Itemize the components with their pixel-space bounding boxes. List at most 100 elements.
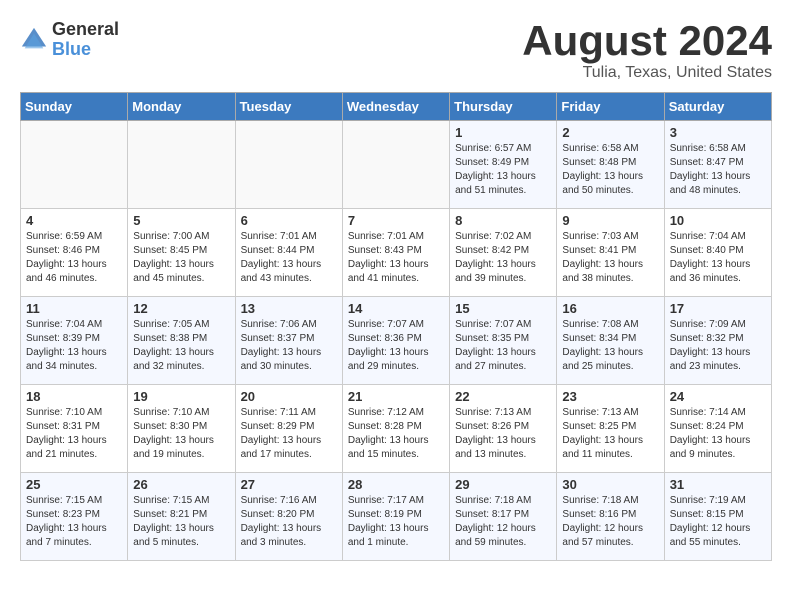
calendar-cell: 18 Sunrise: 7:10 AM Sunset: 8:31 PM Dayli…	[21, 385, 128, 473]
day-number: 30	[562, 477, 658, 492]
day-info: Sunrise: 7:14 AM Sunset: 8:24 PM Dayligh…	[670, 406, 766, 462]
calendar-cell	[235, 121, 342, 209]
day-number: 14	[348, 301, 444, 316]
calendar-cell: 31 Sunrise: 7:19 AM Sunset: 8:15 PM Dayli…	[664, 473, 771, 561]
day-info: Sunrise: 7:00 AM Sunset: 8:45 PM Dayligh…	[133, 230, 229, 286]
header-sunday: Sunday	[21, 93, 128, 121]
calendar-week-3: 11 Sunrise: 7:04 AM Sunset: 8:39 PM Dayli…	[21, 297, 772, 385]
day-info: Sunrise: 6:59 AM Sunset: 8:46 PM Dayligh…	[26, 230, 122, 286]
calendar-cell	[342, 121, 449, 209]
day-info: Sunrise: 7:04 AM Sunset: 8:40 PM Dayligh…	[670, 230, 766, 286]
header-saturday: Saturday	[664, 93, 771, 121]
calendar-cell: 10 Sunrise: 7:04 AM Sunset: 8:40 PM Dayli…	[664, 209, 771, 297]
day-info: Sunrise: 7:13 AM Sunset: 8:25 PM Dayligh…	[562, 406, 658, 462]
day-number: 2	[562, 125, 658, 140]
day-number: 27	[241, 477, 337, 492]
day-info: Sunrise: 7:04 AM Sunset: 8:39 PM Dayligh…	[26, 318, 122, 374]
logo-blue-text: Blue	[52, 40, 119, 60]
day-info: Sunrise: 7:10 AM Sunset: 8:31 PM Dayligh…	[26, 406, 122, 462]
location-text: Tulia, Texas, United States	[522, 64, 772, 82]
day-number: 28	[348, 477, 444, 492]
day-info: Sunrise: 7:16 AM Sunset: 8:20 PM Dayligh…	[241, 494, 337, 550]
day-info: Sunrise: 7:02 AM Sunset: 8:42 PM Dayligh…	[455, 230, 551, 286]
day-number: 8	[455, 213, 551, 228]
day-info: Sunrise: 7:19 AM Sunset: 8:15 PM Dayligh…	[670, 494, 766, 550]
calendar-cell: 26 Sunrise: 7:15 AM Sunset: 8:21 PM Dayli…	[128, 473, 235, 561]
header-row: Sunday Monday Tuesday Wednesday Thursday…	[21, 93, 772, 121]
day-info: Sunrise: 7:12 AM Sunset: 8:28 PM Dayligh…	[348, 406, 444, 462]
calendar-week-2: 4 Sunrise: 6:59 AM Sunset: 8:46 PM Daylig…	[21, 209, 772, 297]
day-number: 23	[562, 389, 658, 404]
day-info: Sunrise: 6:58 AM Sunset: 8:47 PM Dayligh…	[670, 142, 766, 198]
day-number: 31	[670, 477, 766, 492]
day-info: Sunrise: 7:17 AM Sunset: 8:19 PM Dayligh…	[348, 494, 444, 550]
day-info: Sunrise: 7:07 AM Sunset: 8:36 PM Dayligh…	[348, 318, 444, 374]
calendar-cell	[21, 121, 128, 209]
day-number: 16	[562, 301, 658, 316]
day-info: Sunrise: 7:13 AM Sunset: 8:26 PM Dayligh…	[455, 406, 551, 462]
day-number: 20	[241, 389, 337, 404]
day-number: 12	[133, 301, 229, 316]
calendar-body: 1 Sunrise: 6:57 AM Sunset: 8:49 PM Daylig…	[21, 121, 772, 561]
logo-icon	[20, 26, 48, 54]
day-info: Sunrise: 7:09 AM Sunset: 8:32 PM Dayligh…	[670, 318, 766, 374]
day-number: 18	[26, 389, 122, 404]
day-number: 10	[670, 213, 766, 228]
calendar-cell: 2Sunrise: 6:58 AM Sunset: 8:48 PM Daylig…	[557, 121, 664, 209]
calendar-cell: 20 Sunrise: 7:11 AM Sunset: 8:29 PM Dayli…	[235, 385, 342, 473]
calendar-cell: 23 Sunrise: 7:13 AM Sunset: 8:25 PM Dayli…	[557, 385, 664, 473]
day-info: Sunrise: 7:08 AM Sunset: 8:34 PM Dayligh…	[562, 318, 658, 374]
day-info: Sunrise: 7:18 AM Sunset: 8:17 PM Dayligh…	[455, 494, 551, 550]
day-number: 7	[348, 213, 444, 228]
day-number: 1	[455, 125, 551, 140]
day-number: 9	[562, 213, 658, 228]
logo-text: General Blue	[52, 20, 119, 60]
calendar-week-4: 18 Sunrise: 7:10 AM Sunset: 8:31 PM Dayli…	[21, 385, 772, 473]
day-number: 15	[455, 301, 551, 316]
calendar-cell: 24Sunrise: 7:14 AM Sunset: 8:24 PM Dayli…	[664, 385, 771, 473]
calendar-cell: 7 Sunrise: 7:01 AM Sunset: 8:43 PM Daylig…	[342, 209, 449, 297]
day-number: 4	[26, 213, 122, 228]
calendar-cell: 8 Sunrise: 7:02 AM Sunset: 8:42 PM Daylig…	[450, 209, 557, 297]
calendar-cell: 27 Sunrise: 7:16 AM Sunset: 8:20 PM Dayli…	[235, 473, 342, 561]
calendar-cell: 25Sunrise: 7:15 AM Sunset: 8:23 PM Dayli…	[21, 473, 128, 561]
day-number: 25	[26, 477, 122, 492]
day-number: 17	[670, 301, 766, 316]
calendar-table: Sunday Monday Tuesday Wednesday Thursday…	[20, 92, 772, 561]
day-info: Sunrise: 7:07 AM Sunset: 8:35 PM Dayligh…	[455, 318, 551, 374]
header-tuesday: Tuesday	[235, 93, 342, 121]
calendar-cell: 30Sunrise: 7:18 AM Sunset: 8:16 PM Dayli…	[557, 473, 664, 561]
calendar-cell: 21Sunrise: 7:12 AM Sunset: 8:28 PM Dayli…	[342, 385, 449, 473]
calendar-cell: 28 Sunrise: 7:17 AM Sunset: 8:19 PM Dayli…	[342, 473, 449, 561]
calendar-cell: 6Sunrise: 7:01 AM Sunset: 8:44 PM Daylig…	[235, 209, 342, 297]
calendar-week-1: 1 Sunrise: 6:57 AM Sunset: 8:49 PM Daylig…	[21, 121, 772, 209]
month-year-title: August 2024	[522, 20, 772, 62]
header-thursday: Thursday	[450, 93, 557, 121]
day-number: 5	[133, 213, 229, 228]
calendar-cell: 14 Sunrise: 7:07 AM Sunset: 8:36 PM Dayli…	[342, 297, 449, 385]
calendar-cell: 17 Sunrise: 7:09 AM Sunset: 8:32 PM Dayli…	[664, 297, 771, 385]
day-number: 22	[455, 389, 551, 404]
day-info: Sunrise: 7:11 AM Sunset: 8:29 PM Dayligh…	[241, 406, 337, 462]
calendar-cell: 12Sunrise: 7:05 AM Sunset: 8:38 PM Dayli…	[128, 297, 235, 385]
day-number: 11	[26, 301, 122, 316]
day-number: 19	[133, 389, 229, 404]
day-number: 29	[455, 477, 551, 492]
calendar-cell: 15 Sunrise: 7:07 AM Sunset: 8:35 PM Dayli…	[450, 297, 557, 385]
calendar-cell: 4 Sunrise: 6:59 AM Sunset: 8:46 PM Daylig…	[21, 209, 128, 297]
header-wednesday: Wednesday	[342, 93, 449, 121]
logo-general-text: General	[52, 20, 119, 40]
day-info: Sunrise: 7:01 AM Sunset: 8:43 PM Dayligh…	[348, 230, 444, 286]
calendar-cell: 29 Sunrise: 7:18 AM Sunset: 8:17 PM Dayli…	[450, 473, 557, 561]
day-number: 3	[670, 125, 766, 140]
calendar-cell	[128, 121, 235, 209]
calendar-cell: 9Sunrise: 7:03 AM Sunset: 8:41 PM Daylig…	[557, 209, 664, 297]
day-number: 26	[133, 477, 229, 492]
page-header: General Blue August 2024 Tulia, Texas, U…	[20, 20, 772, 82]
day-info: Sunrise: 7:06 AM Sunset: 8:37 PM Dayligh…	[241, 318, 337, 374]
day-number: 6	[241, 213, 337, 228]
calendar-cell: 1 Sunrise: 6:57 AM Sunset: 8:49 PM Daylig…	[450, 121, 557, 209]
day-info: Sunrise: 7:15 AM Sunset: 8:21 PM Dayligh…	[133, 494, 229, 550]
calendar-cell: 16 Sunrise: 7:08 AM Sunset: 8:34 PM Dayli…	[557, 297, 664, 385]
day-info: Sunrise: 6:57 AM Sunset: 8:49 PM Dayligh…	[455, 142, 551, 198]
